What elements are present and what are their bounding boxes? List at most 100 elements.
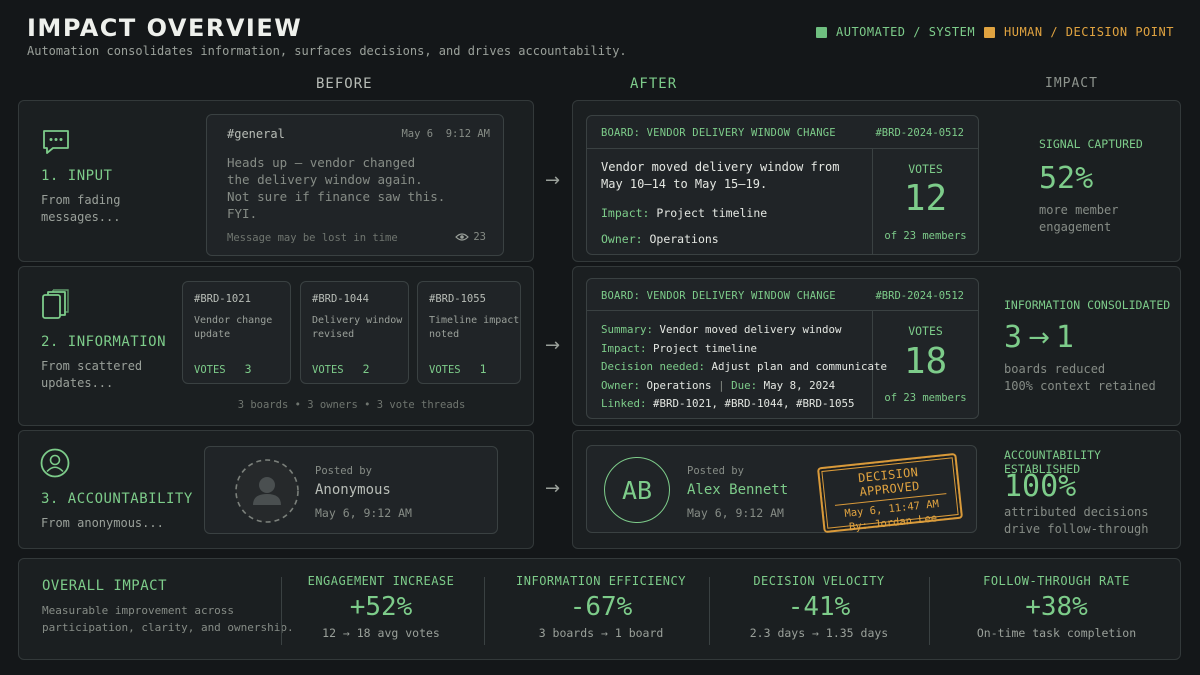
impact-desc-line: more member [1039, 203, 1119, 217]
overall-desc-line: Measurable improvement across [42, 604, 235, 617]
post-time: May 6, 9:12 AM [315, 506, 412, 520]
legend-human: HUMAN / DECISION POINT [984, 25, 1174, 39]
mini-board-card[interactable]: #BRD-1055 Timeline impact noted VOTES 1 [417, 281, 521, 384]
column-heading-impact: IMPACT [1045, 76, 1098, 91]
step-title-information: 2. INFORMATION [41, 334, 167, 350]
stat-heading: DECISION VELOCITY [753, 574, 885, 588]
board-name: BOARD: VENDOR DELIVERY WINDOW CHANGE [601, 127, 836, 139]
impact-desc-line: engagement [1039, 220, 1112, 234]
post-time: May 6, 9:12 AM [687, 506, 784, 520]
mini-board-desc-line: Delivery window [312, 315, 403, 326]
consolidated-from: 3 [1004, 320, 1023, 355]
mini-board-desc: Vendor change update [194, 314, 272, 342]
mini-board-votes-label: VOTES [429, 364, 461, 376]
mini-board-desc: Delivery window revised [312, 314, 402, 342]
board-impact: Impact: Project timeline [601, 206, 767, 220]
board-details: Summary: Vendor moved delivery window Im… [601, 321, 887, 414]
legend-automated: AUTOMATED / SYSTEM [816, 25, 975, 39]
stat-value: +38% [1025, 592, 1088, 622]
stat-sub: On-time task completion [976, 626, 1137, 640]
mini-board-card[interactable]: #BRD-1021 Vendor change update VOTES 3 [182, 281, 291, 384]
board-summary-label: Summary: [601, 323, 654, 336]
legend-swatch-orange [984, 26, 995, 38]
message-body: Heads up — vendor changed the delivery w… [227, 154, 445, 222]
impact-desc-line: boards reduced [1004, 362, 1106, 376]
anonymous-post-card[interactable]: Posted by Anonymous May 6, 9:12 AM [204, 446, 498, 534]
eye-icon [455, 233, 470, 241]
votes-label: VOTES [908, 324, 943, 338]
board-owner: Owner: Operations [601, 232, 719, 246]
board-id: #BRD-2024-0512 [875, 127, 964, 139]
board-name: BOARD: VENDOR DELIVERY WINDOW CHANGE [601, 290, 836, 302]
overall-title: OVERALL IMPACT [42, 578, 168, 594]
board-header-divider [587, 310, 978, 311]
board-due-value: May 8, 2024 [763, 378, 836, 392]
board-linked-value: #BRD-1021, #BRD-1044, #BRD-1055 [653, 397, 855, 410]
impact-desc-line: attributed decisions [1004, 505, 1149, 519]
step-subtitle-input-2: messages... [41, 210, 121, 224]
row-information-before-panel: 2. INFORMATION From scattered updates...… [18, 266, 534, 426]
impact-desc-line: drive follow-through [1004, 522, 1149, 536]
board-text-line: May 10–14 to May 15–19. [601, 177, 768, 191]
votes-of-members: of 23 members [884, 230, 967, 242]
mini-board-votes: VOTES 1 [429, 362, 487, 376]
impact-desc-line: 100% context retained [1004, 379, 1156, 393]
person-circle-icon [40, 448, 70, 478]
step-title-input: 1. INPUT [41, 168, 113, 184]
mini-board-votes: VOTES 3 [194, 362, 252, 376]
posted-by-label: Posted by [315, 465, 372, 477]
message-line: FYI. [227, 206, 258, 221]
stat-value: -41% [787, 592, 851, 622]
stamp-title: DECISION APPROVED [857, 464, 921, 500]
stat-divider [929, 577, 930, 645]
board-text: Vendor moved delivery window from May 10… [601, 159, 839, 193]
mini-board-votes-count: 2 [362, 362, 370, 376]
board-impact-value: Project timeline [656, 206, 768, 220]
mini-board-desc: Timeline impact noted [429, 314, 519, 342]
board-summary-value: Vendor moved delivery window [659, 323, 842, 336]
stacked-documents-icon [42, 289, 69, 319]
mini-board-desc-line: update [194, 329, 231, 340]
row-information-after-panel: BOARD: VENDOR DELIVERY WINDOW CHANGE #BR… [572, 266, 1181, 426]
chat-bubble-icon [43, 130, 69, 154]
stat-heading: FOLLOW-THROUGH RATE [983, 574, 1130, 588]
board-due-label: Due: [731, 378, 758, 392]
stat-value: +52% [349, 592, 413, 622]
arrow-right-icon: → [1028, 322, 1050, 353]
mini-board-desc-line: Vendor change [194, 315, 273, 326]
column-heading-before: BEFORE [316, 76, 373, 92]
board-impact: Impact: Project timeline [601, 340, 887, 359]
mini-board-desc-line: Timeline impact [429, 315, 520, 326]
page-title: IMPACT OVERVIEW [27, 14, 303, 42]
mini-board-votes-count: 3 [244, 362, 252, 376]
board-header-divider [587, 148, 978, 149]
board-text-line: Vendor moved delivery window from [601, 160, 840, 174]
impact-value-accountability: 100% [1004, 469, 1077, 504]
mini-board-votes-count: 1 [479, 362, 487, 376]
mini-board-votes-label: VOTES [194, 364, 226, 376]
overall-impact-panel: OVERALL IMPACT Measurable improvement ac… [18, 558, 1181, 660]
stat-divider [484, 577, 485, 645]
step-subtitle-information-1: From scattered [41, 359, 143, 373]
board-card-input[interactable]: BOARD: VENDOR DELIVERY WINDOW CHANGE #BR… [586, 115, 979, 255]
consolidated-to: 1 [1055, 320, 1074, 355]
message-line: Not sure if finance saw this. [227, 189, 446, 204]
stat-sub: 2.3 days → 1.35 days [749, 626, 889, 640]
board-owner-due: Owner: Operations | Due: May 8, 2024 [601, 378, 836, 392]
board-decision-label: Decision needed: [601, 360, 706, 373]
board-card-information[interactable]: BOARD: VENDOR DELIVERY WINDOW CHANGE #BR… [586, 278, 979, 419]
message-channel: #general [227, 127, 285, 141]
stat-divider [709, 577, 710, 645]
stat-efficiency: INFORMATION EFFICIENCY -67% 3 boards → 1… [494, 574, 708, 640]
votes-count: 18 [903, 341, 948, 382]
message-views: 23 [455, 231, 486, 243]
board-owner-label: Owner: [601, 232, 643, 246]
mini-board-desc-line: revised [312, 329, 355, 340]
mini-board-card[interactable]: #BRD-1044 Delivery window revised VOTES … [300, 281, 409, 384]
attributed-post-card[interactable]: AB Posted by Alex Bennett May 6, 9:12 AM… [586, 445, 977, 533]
avatar: AB [604, 457, 670, 523]
column-heading-after: AFTER [630, 76, 678, 92]
message-footer: Message may be lost in time [227, 232, 398, 244]
message-views-count: 23 [473, 231, 486, 243]
message-card[interactable]: #general May 6 9:12 AM Heads up — vendor… [206, 114, 504, 256]
